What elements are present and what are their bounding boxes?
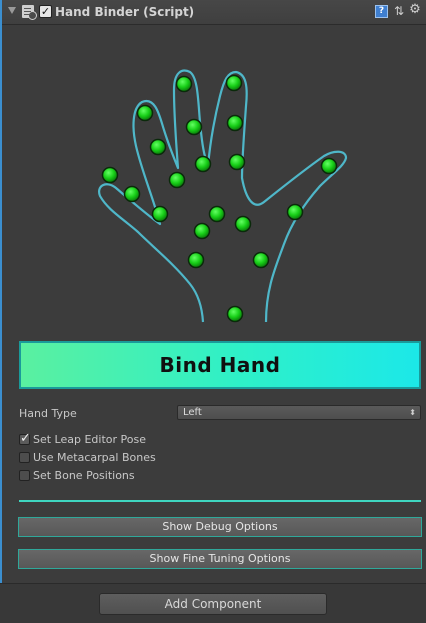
hand-diagram [98,69,348,323]
gear-icon[interactable]: ⚙ [408,3,422,17]
joint-marker [226,114,244,132]
joint-marker [151,205,169,223]
hand-binder-component: ✓ Hand Binder (Script) ? ⇅ ⚙ Bind Hand H… [0,0,426,583]
joint-markers [101,74,338,323]
component-enabled-checkbox[interactable]: ✓ [39,5,52,18]
joint-marker [175,75,193,93]
joint-marker [228,153,246,171]
joint-marker [101,166,119,184]
section-divider [19,500,421,502]
bind-hand-button[interactable]: Bind Hand [19,341,421,389]
help-icon[interactable]: ? [375,5,388,18]
script-icon [22,5,37,20]
joint-marker [123,185,141,203]
dropdown-arrow-icon: ⬍ [409,408,416,417]
joint-marker [193,222,211,240]
joint-marker [185,118,203,136]
set-leap-editor-pose-checkbox[interactable]: ✓ [19,431,31,446]
component-header[interactable]: ✓ Hand Binder (Script) ? ⇅ ⚙ [2,0,426,25]
foldout-arrow-icon[interactable] [8,7,16,14]
joint-marker [225,74,243,92]
joint-marker [136,104,154,122]
component-title: Hand Binder (Script) [55,5,195,19]
set-leap-editor-pose-label: Set Leap Editor Pose [33,433,147,446]
joint-marker [226,305,244,323]
joint-marker [234,215,252,233]
use-metacarpal-bones-label: Use Metacarpal Bones [33,451,156,464]
use-metacarpal-bones-checkbox[interactable] [19,452,30,463]
preset-icon[interactable]: ⇅ [393,4,405,18]
hand-type-dropdown[interactable]: Left ⬍ [177,405,421,420]
joint-marker [286,203,304,221]
joint-marker [187,251,205,269]
set-bone-positions-checkbox[interactable] [19,470,30,481]
inspector-footer: Add Component [0,583,426,623]
checkmark-icon: ✓ [20,431,31,446]
add-component-button[interactable]: Add Component [99,593,327,615]
joint-marker [149,138,167,156]
show-debug-options-button[interactable]: Show Debug Options [18,517,422,537]
joint-marker [320,157,338,175]
joint-marker [208,205,226,223]
set-bone-positions-label: Set Bone Positions [33,469,135,482]
joint-marker [168,171,186,189]
joint-marker [252,251,270,269]
show-fine-tuning-options-button[interactable]: Show Fine Tuning Options [18,549,422,569]
joint-marker [194,155,212,173]
hand-type-label: Hand Type [19,407,77,420]
hand-type-value: Left [183,407,202,418]
